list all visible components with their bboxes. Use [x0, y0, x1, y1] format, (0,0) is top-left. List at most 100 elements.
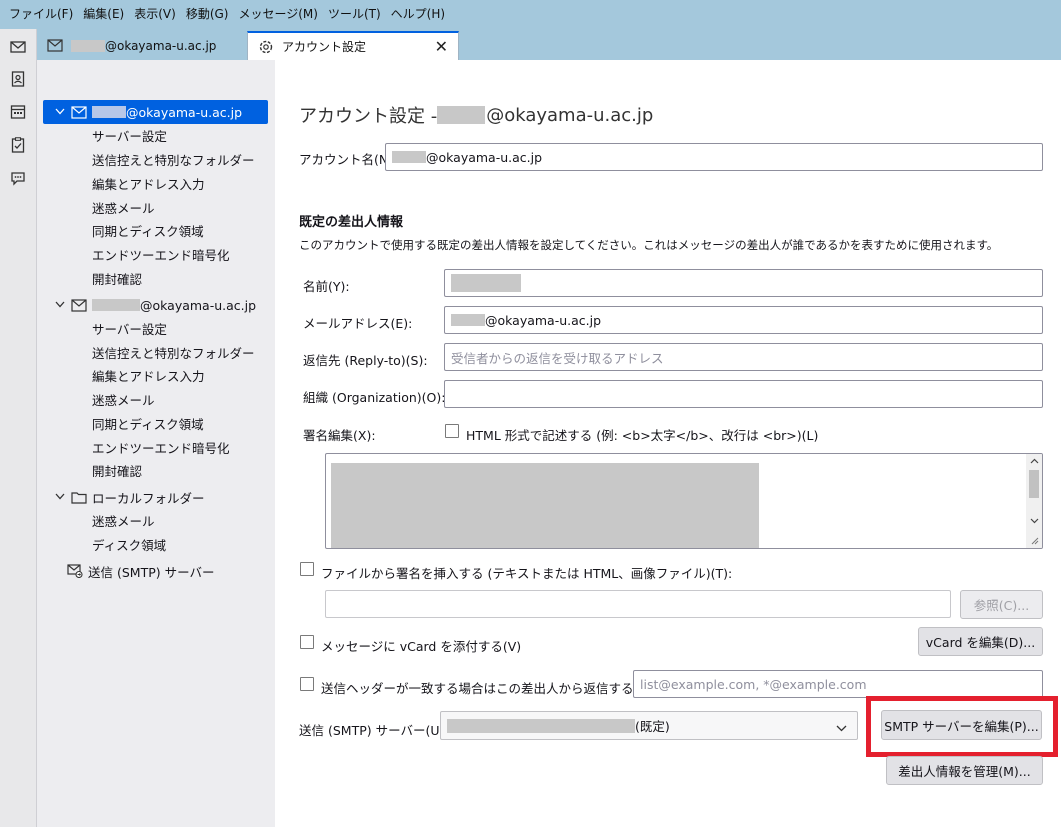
tree-account-2-junk[interactable]: 迷惑メール: [92, 390, 155, 412]
page-title: アカウント設定 - @okayama-u.ac.jp: [299, 102, 653, 128]
account-name-value: @okayama-u.ac.jp: [426, 149, 543, 165]
account-name-input[interactable]: @okayama-u.ac.jp: [385, 143, 1043, 171]
edit-vcard-button[interactable]: vCard を編集(D)...: [918, 627, 1043, 656]
menu-file[interactable]: ファイル(F): [4, 0, 78, 29]
redacted-text: [451, 274, 521, 292]
tree-account-2-label: @okayama-u.ac.jp: [140, 297, 257, 313]
tree-account-1-e2ee[interactable]: エンドツーエンド暗号化: [92, 245, 230, 267]
redacted-text: [392, 151, 426, 163]
folder-icon: [71, 489, 87, 505]
close-tab-icon[interactable]: ✕: [435, 37, 448, 56]
outgoing-server-icon: [67, 563, 83, 579]
chevron-down-icon[interactable]: [53, 300, 67, 311]
redacted-text: [437, 106, 486, 124]
account-tree: @okayama-u.ac.jp サーバー設定 送信控えと特別なフォルダー 編集…: [37, 60, 275, 827]
smtp-select-value: (既定): [635, 719, 670, 734]
tree-local-folders-label: ローカルフォルダー: [92, 490, 205, 506]
scroll-up-icon[interactable]: [1028, 456, 1040, 468]
tab-inbox[interactable]: @okayama-u.ac.jp: [37, 31, 245, 60]
menu-go[interactable]: 移動(G): [181, 0, 234, 29]
account-name-label: アカウント名(N):: [299, 152, 398, 167]
reply-header-checkbox[interactable]: [300, 677, 314, 691]
scroll-thumb[interactable]: [1029, 470, 1039, 498]
tree-smtp[interactable]: 送信 (SMTP) サーバー: [67, 559, 267, 583]
org-label: 組織 (Organization)(O):: [303, 390, 446, 405]
tree-account-1-sync[interactable]: 同期とディスク領域: [92, 221, 204, 243]
redacted-text: [331, 463, 759, 548]
redacted-text: [451, 314, 485, 326]
replyto-label: 返信先 (Reply-to)(S):: [303, 353, 428, 368]
signature-file-input[interactable]: [325, 590, 951, 618]
tree-local-disk[interactable]: ディスク領域: [92, 535, 166, 557]
replyto-input[interactable]: 受信者からの返信を受け取るアドレス: [444, 343, 1043, 371]
tab-account-settings[interactable]: アカウント設定 ✕: [247, 31, 459, 60]
page-title-prefix: アカウント設定 -: [299, 106, 438, 127]
tree-smtp-label: 送信 (SMTP) サーバー: [88, 564, 215, 580]
tree-account-1-label: @okayama-u.ac.jp: [126, 104, 243, 120]
email-input[interactable]: @okayama-u.ac.jp: [444, 306, 1043, 334]
resize-grip-icon[interactable]: [1028, 535, 1040, 547]
tree-local-junk[interactable]: 迷惑メール: [92, 511, 155, 533]
tree-account-2-composition[interactable]: 編集とアドレス入力: [92, 366, 205, 388]
tab-bar: @okayama-u.ac.jp アカウント設定 ✕: [37, 29, 1061, 60]
mail-account-icon: [71, 104, 87, 120]
chat-icon[interactable]: [8, 168, 28, 188]
tab-inbox-label: @okayama-u.ac.jp: [105, 38, 217, 53]
tree-account-2-server[interactable]: サーバー設定: [92, 319, 167, 341]
email-label: メールアドレス(E):: [303, 316, 413, 331]
tree-account-2[interactable]: @okayama-u.ac.jp: [43, 293, 268, 317]
menu-edit[interactable]: 編集(E): [78, 0, 129, 29]
mail-account-icon: [47, 38, 63, 54]
account-settings-panel: アカウント設定 - @okayama-u.ac.jp アカウント名(N): @o…: [275, 60, 1061, 827]
tree-account-2-sync[interactable]: 同期とディスク領域: [92, 414, 204, 436]
signature-file-label: ファイルから署名を挿入する (テキストまたは HTML、画像ファイル)(T):: [321, 566, 733, 581]
menu-tools[interactable]: ツール(T): [323, 0, 386, 29]
mail-icon[interactable]: [8, 37, 28, 57]
tree-local-folders[interactable]: ローカルフォルダー: [43, 485, 268, 509]
redacted-text: [447, 718, 635, 733]
name-input[interactable]: [444, 269, 1043, 297]
signature-file-checkbox[interactable]: [300, 562, 314, 576]
menu-help[interactable]: ヘルプ(H): [386, 0, 450, 29]
tab-settings-label: アカウント設定: [282, 40, 367, 54]
edit-smtp-button[interactable]: SMTP サーバーを編集(P)...: [881, 710, 1042, 740]
browse-button[interactable]: 参照(C)...: [960, 590, 1043, 619]
tasks-icon[interactable]: [8, 135, 28, 155]
redacted-text: [92, 106, 126, 118]
tree-account-2-e2ee[interactable]: エンドツーエンド暗号化: [92, 438, 230, 460]
menu-message[interactable]: メッセージ(M): [233, 0, 322, 29]
tree-account-1-composition[interactable]: 編集とアドレス入力: [92, 174, 205, 196]
html-signature-checkbox[interactable]: [445, 424, 459, 438]
tree-account-1-junk[interactable]: 迷惑メール: [92, 198, 155, 220]
page-title-domain: @okayama-u.ac.jp: [486, 104, 654, 126]
smtp-label: 送信 (SMTP) サーバー(U):: [299, 723, 449, 738]
tree-account-1-receipts[interactable]: 開封確認: [92, 269, 142, 291]
html-signature-label: HTML 形式で記述する (例: <b>太字</b>、改行は <br>)(L): [466, 428, 819, 443]
gear-icon: [258, 39, 274, 55]
scroll-down-icon[interactable]: [1028, 516, 1040, 528]
calendar-icon[interactable]: [8, 102, 28, 122]
reply-header-label: 送信ヘッダーが一致する場合はこの差出人から返信する(D):: [321, 681, 658, 696]
tree-account-2-receipts[interactable]: 開封確認: [92, 461, 142, 483]
menu-bar: ファイル(F) 編集(E) 表示(V) 移動(G) メッセージ(M) ツール(T…: [0, 0, 1061, 29]
chevron-down-icon[interactable]: [53, 492, 67, 503]
org-input[interactable]: [444, 380, 1043, 408]
menu-view[interactable]: 表示(V): [129, 0, 181, 29]
chevron-down-icon[interactable]: [53, 107, 67, 118]
signature-scrollbar[interactable]: [1026, 454, 1042, 548]
vcard-attach-label: メッセージに vCard を添付する(V): [321, 639, 522, 654]
tree-account-1-copies[interactable]: 送信控えと特別なフォルダー: [92, 150, 255, 172]
manage-identities-button[interactable]: 差出人情報を管理(M)...: [886, 756, 1043, 785]
signature-textarea[interactable]: [325, 453, 1043, 549]
chevron-down-icon: [836, 720, 847, 735]
identity-section-title: 既定の差出人情報: [299, 215, 404, 230]
address-book-icon[interactable]: [8, 69, 28, 89]
signature-label: 署名編集(X):: [303, 428, 376, 443]
smtp-select[interactable]: (既定): [440, 711, 858, 740]
tree-account-2-copies[interactable]: 送信控えと特別なフォルダー: [92, 343, 255, 365]
spaces-toolbar: [0, 29, 37, 827]
vcard-checkbox[interactable]: [300, 635, 314, 649]
reply-header-input[interactable]: list@example.com, *@example.com: [633, 670, 1043, 698]
tree-account-1[interactable]: @okayama-u.ac.jp: [43, 100, 268, 124]
tree-account-1-server[interactable]: サーバー設定: [92, 126, 167, 148]
